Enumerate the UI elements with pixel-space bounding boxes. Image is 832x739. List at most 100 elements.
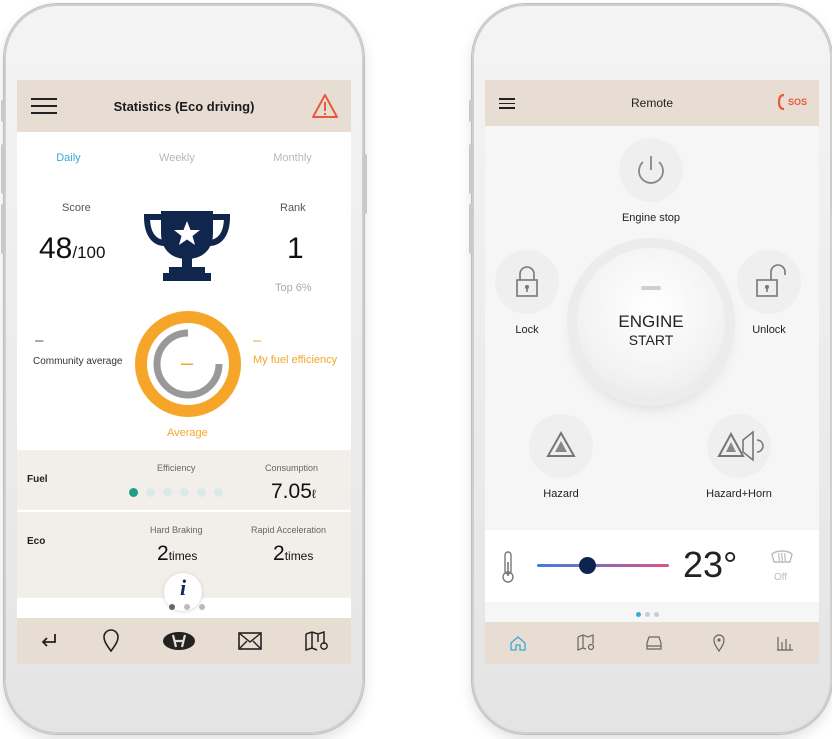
home-icon[interactable] (509, 634, 527, 652)
engine-start-line2: START (628, 332, 674, 348)
engine-stop-button[interactable] (619, 138, 683, 202)
engine-start-indicator (641, 286, 661, 290)
bottom-nav (485, 622, 819, 664)
gauge-center-value: – (181, 350, 194, 375)
sos-label: SOS (787, 97, 807, 107)
hard-braking-label: Hard Braking (150, 525, 203, 535)
rapid-acceleration-value: 2times (273, 542, 313, 566)
score-value: 48/100 (39, 232, 105, 266)
consumption-number: 7.05 (271, 480, 312, 503)
efficiency-dot-2 (146, 488, 155, 497)
rank-value: 1 (287, 232, 304, 265)
hazard-horn-button[interactable] (707, 414, 771, 478)
rank-label: Rank (280, 202, 306, 214)
remote-screen: Remote SOS Engine stop Lock Unlock ENGIN… (485, 80, 819, 664)
temperature-slider[interactable] (537, 557, 669, 574)
lock-button[interactable] (495, 250, 559, 314)
statistics-screen: Statistics (Eco driving) Daily Weekly Mo… (17, 80, 351, 664)
hazard-label: Hazard (543, 488, 579, 500)
rapid-acceleration-unit: times (284, 549, 314, 563)
engine-start-button[interactable]: ENGINE START (577, 248, 725, 396)
rapid-acceleration-label: Rapid Acceleration (251, 525, 327, 535)
community-average-value: – (35, 332, 44, 349)
efficiency-dot-1 (129, 488, 138, 497)
eco-title: Eco (27, 536, 46, 547)
hard-braking-number: 2 (157, 542, 169, 565)
page-indicator (636, 612, 666, 618)
page-dot-3 (654, 612, 659, 617)
rapid-acceleration-number: 2 (273, 542, 285, 565)
engine-stop-label: Engine stop (621, 212, 681, 224)
temperature-value: 23° (683, 544, 738, 585)
location-pin-icon[interactable] (712, 634, 726, 652)
stats-icon[interactable] (775, 634, 795, 652)
unlock-button[interactable] (737, 250, 801, 314)
unlock-icon (756, 264, 786, 297)
phone-icon (777, 94, 785, 110)
back-icon[interactable] (38, 630, 60, 652)
efficiency-dot-5 (197, 488, 206, 497)
lock-icon (516, 266, 538, 297)
efficiency-dot-3 (163, 488, 172, 497)
hazard-button[interactable] (529, 414, 593, 478)
climate-panel: 23° Off (485, 530, 819, 602)
page-indicator (167, 604, 207, 612)
unlock-label: Unlock (752, 324, 786, 336)
mail-icon[interactable] (237, 631, 263, 651)
score-suffix: /100 (72, 243, 106, 262)
car-icon[interactable] (644, 634, 664, 652)
location-pin-icon[interactable] (101, 629, 121, 653)
map-search-icon[interactable] (576, 634, 596, 652)
community-average-label: Community average (33, 356, 123, 367)
efficiency-dot-6 (214, 488, 223, 497)
trophy-icon (143, 211, 231, 281)
efficiency-label: Efficiency (157, 463, 196, 473)
my-efficiency-label: My fuel efficiency (253, 354, 338, 366)
info-icon: i (179, 575, 187, 600)
hard-braking-value: 2times (157, 542, 197, 566)
sos-button[interactable]: SOS (777, 94, 807, 110)
tab-weekly[interactable]: Weekly (159, 152, 195, 164)
consumption-unit: ℓ (311, 487, 316, 501)
menu-icon[interactable] (499, 98, 515, 109)
hazard-horn-icon (717, 430, 764, 462)
gauge-caption: Average (167, 427, 208, 439)
tab-daily[interactable]: Daily (56, 152, 80, 164)
fuel-row: Fuel Efficiency Consumption 7.05ℓ (17, 450, 351, 510)
bottom-nav (17, 618, 351, 664)
top-bar: Remote SOS (485, 80, 819, 126)
period-tabs: Daily Weekly Monthly (17, 152, 351, 164)
my-efficiency-value: – (253, 332, 262, 349)
score-label: Score (62, 202, 91, 214)
lock-label: Lock (515, 324, 539, 336)
warning-icon[interactable] (311, 93, 339, 119)
phone-right: Remote SOS Engine stop Lock Unlock ENGIN… (469, 4, 832, 734)
page-dot-2 (645, 612, 650, 617)
defrost-icon[interactable] (769, 544, 795, 566)
hyundai-logo-icon[interactable] (162, 631, 196, 651)
page-dot-3 (199, 604, 205, 610)
consumption-label: Consumption (265, 463, 319, 473)
tab-monthly[interactable]: Monthly (273, 152, 312, 164)
phone-left: Statistics (Eco driving) Daily Weekly Mo… (1, 4, 367, 734)
thermometer-icon (502, 551, 514, 583)
page-title: Statistics (Eco driving) (113, 98, 255, 114)
temperature-slider-thumb[interactable] (579, 557, 597, 574)
consumption-value: 7.05ℓ (271, 480, 316, 504)
hazard-icon (546, 430, 576, 457)
menu-icon[interactable] (31, 98, 57, 114)
top-bar: Statistics (Eco driving) (17, 80, 351, 132)
page-title: Remote (630, 96, 674, 110)
power-icon (638, 156, 664, 184)
efficiency-dot-4 (180, 488, 189, 497)
map-icon[interactable] (304, 630, 330, 652)
score-number: 48 (39, 232, 73, 265)
fuel-title: Fuel (27, 474, 48, 485)
hazard-horn-label: Hazard+Horn (706, 488, 772, 500)
page-dot-1 (169, 604, 175, 610)
defrost-status: Off (774, 572, 788, 583)
hard-braking-unit: times (168, 549, 198, 563)
page-dot-2 (184, 604, 190, 610)
engine-start-line1: ENGINE (618, 312, 684, 331)
rank-percentile: Top 6% (275, 282, 312, 294)
